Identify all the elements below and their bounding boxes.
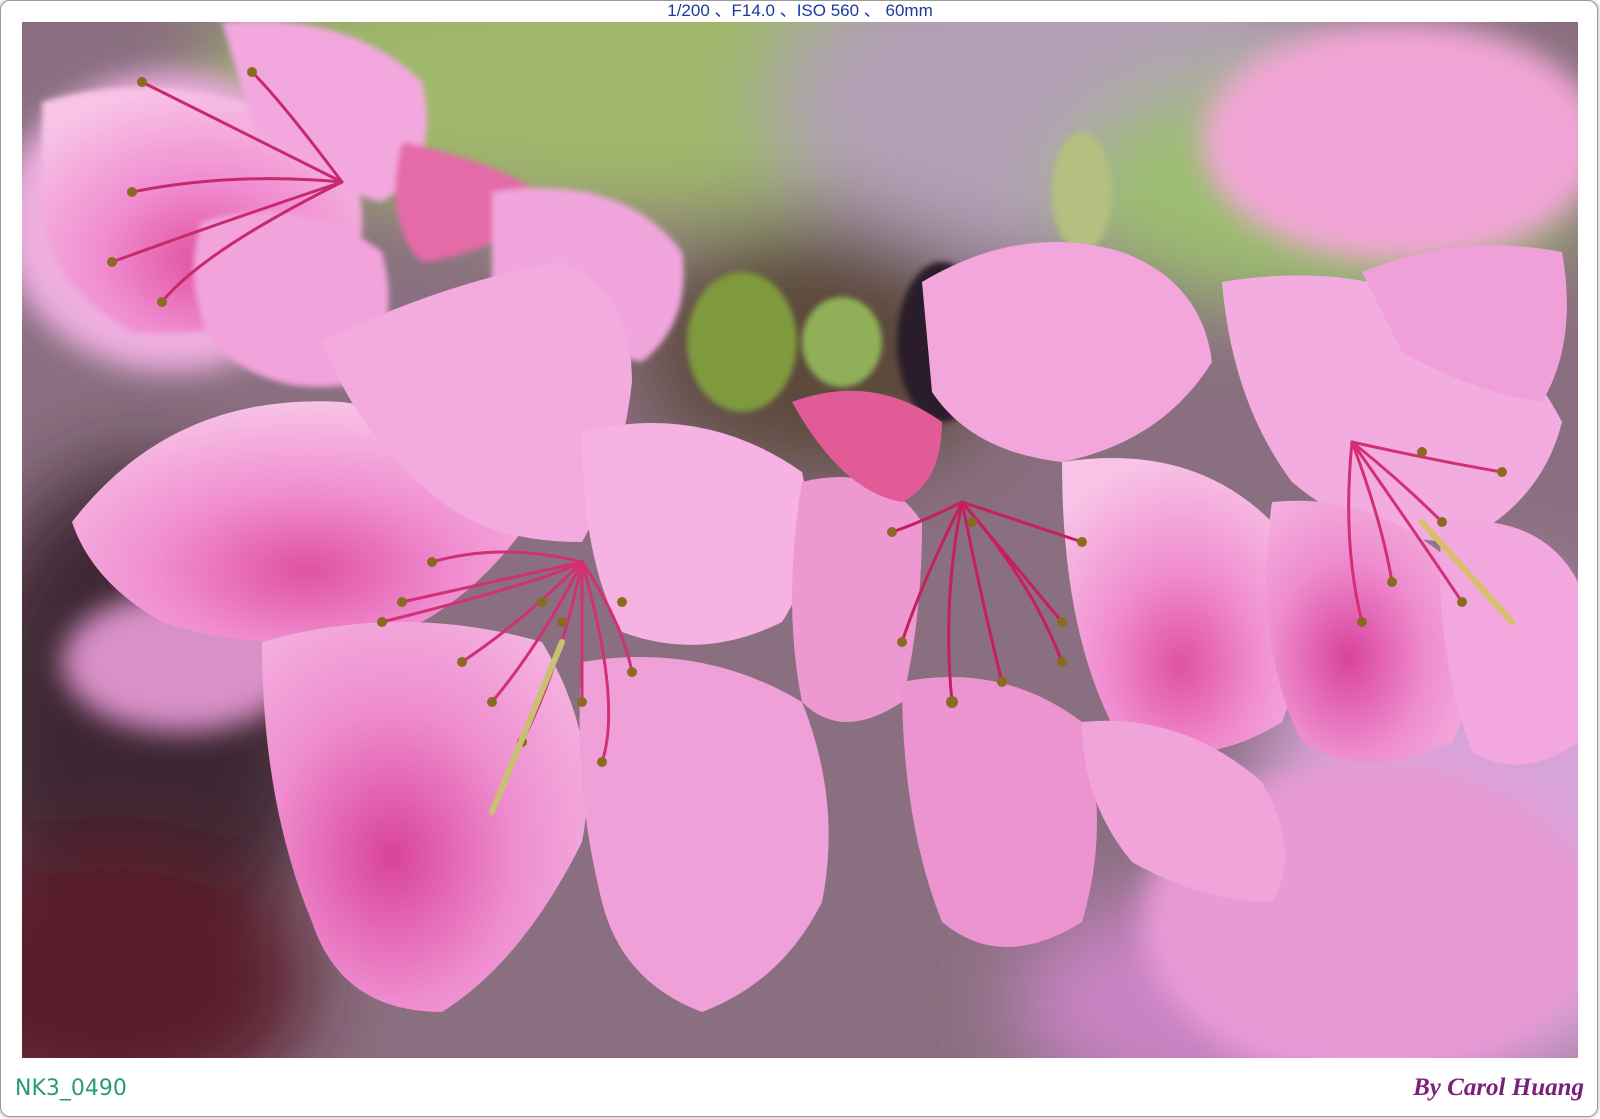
photo-illustration	[22, 22, 1578, 1058]
exif-caption: 1/200 、F14.0 、ISO 560 、 60mm	[667, 1, 933, 20]
file-id-label: NK3_0490	[15, 1076, 127, 1101]
cherry-blossom-photo	[22, 22, 1578, 1058]
photographer-credit: By Carol Huang	[1413, 1074, 1584, 1101]
